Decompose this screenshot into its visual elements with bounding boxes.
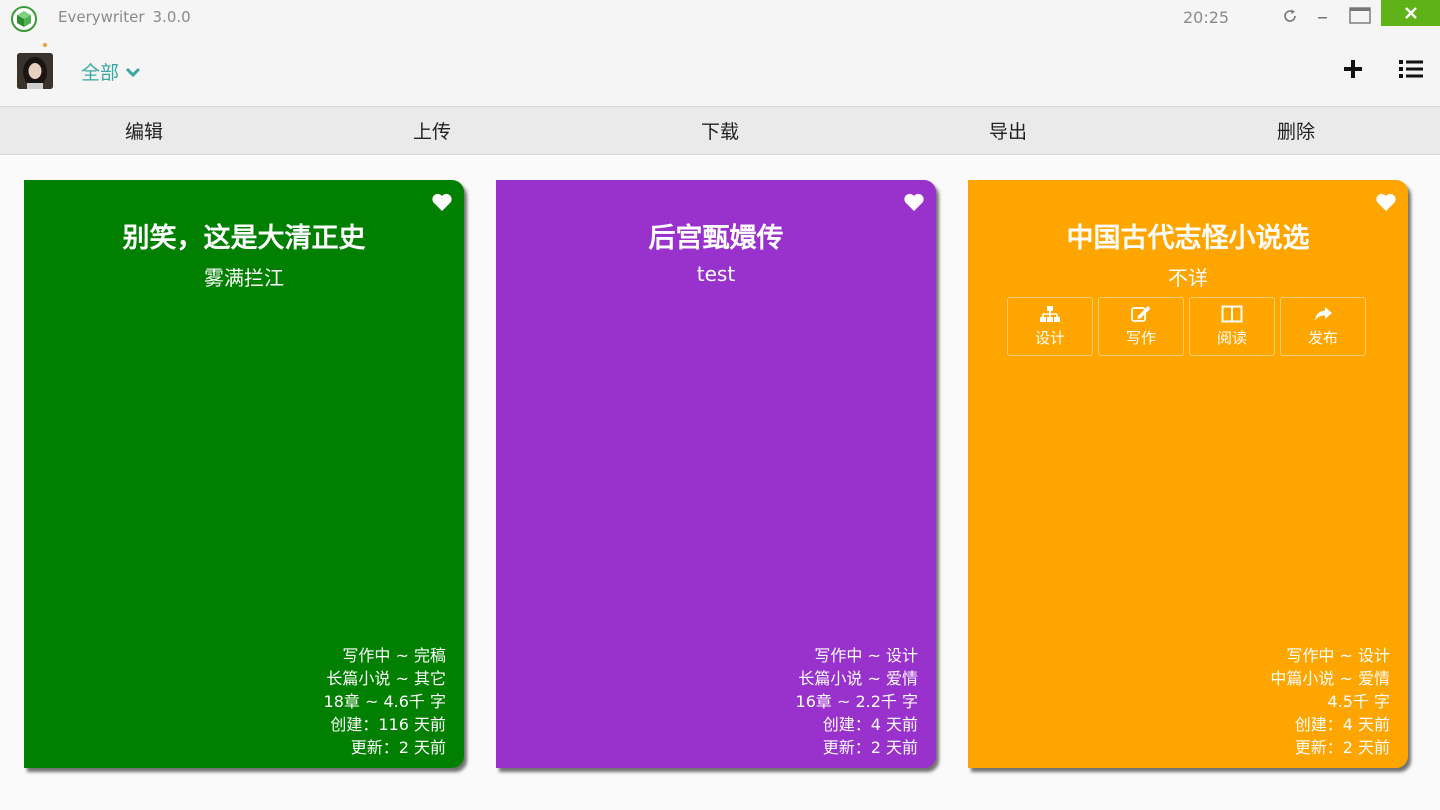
book-meta: 写作中 ~ 设计 长篇小说 ~ 爱情 16章 ~ 2.2千 字 创建：4 天前 … xyxy=(796,644,918,759)
plus-icon xyxy=(1344,60,1362,78)
book-updated: 更新：2 天前 xyxy=(350,738,446,757)
book-card[interactable]: 中国古代志怪小说选 不详 设计 写作 阅读 发布 写作中 ~ 设计 中篇小说 ~… xyxy=(968,180,1408,768)
title-bar: Everywriter 3.0.0 20:25 xyxy=(0,0,1440,36)
book-meta: 写作中 ~ 完稿 长篇小说 ~ 其它 18章 ~ 4.6千 字 创建：116 天… xyxy=(324,644,446,759)
minimize-button[interactable] xyxy=(1310,4,1336,28)
design-button[interactable]: 设计 xyxy=(1007,297,1093,356)
book-created: 创建：116 天前 xyxy=(330,715,446,734)
sitemap-icon xyxy=(1040,306,1060,322)
book-author: 雾满拦江 xyxy=(204,266,284,290)
write-button[interactable]: 写作 xyxy=(1098,297,1184,356)
upload-button[interactable]: 上传 xyxy=(288,107,576,154)
export-button[interactable]: 导出 xyxy=(864,107,1152,154)
close-icon xyxy=(1404,7,1417,19)
book-status: 写作中 ~ 设计 xyxy=(814,646,918,665)
publish-button[interactable]: 发布 xyxy=(1280,297,1366,356)
top-bar: 全部 xyxy=(0,36,1440,106)
book-genre: 长篇小说 ~ 爱情 xyxy=(798,669,918,688)
minimize-icon xyxy=(1318,17,1327,19)
book-created: 创建：4 天前 xyxy=(822,715,918,734)
share-arrow-icon xyxy=(1315,307,1332,321)
publish-label: 发布 xyxy=(1307,329,1338,347)
book-meta: 写作中 ~ 设计 中篇小说 ~ 爱情 4.5千 字 创建：4 天前 更新：2 天… xyxy=(1270,644,1390,759)
book-genre: 长篇小说 ~ 其它 xyxy=(326,669,446,688)
book-card[interactable]: 后宫甄嬛传 test 写作中 ~ 设计 长篇小说 ~ 爱情 16章 ~ 2.2千… xyxy=(496,180,936,768)
book-title: 中国古代志怪小说选 xyxy=(1066,223,1310,254)
favorite-heart-icon[interactable] xyxy=(1375,192,1397,212)
book-card[interactable]: 别笑，这是大清正史 雾满拦江 写作中 ~ 完稿 长篇小说 ~ 其它 18章 ~ … xyxy=(24,180,464,768)
edit-button[interactable]: 编辑 xyxy=(0,107,288,154)
category-label: 全部 xyxy=(81,62,120,84)
list-view-button[interactable] xyxy=(1398,56,1424,82)
list-icon xyxy=(1399,60,1423,78)
book-created: 创建：4 天前 xyxy=(1294,715,1390,734)
book-size: 16章 ~ 2.2千 字 xyxy=(795,692,918,711)
book-actions: 设计 写作 阅读 发布 xyxy=(1007,297,1366,356)
close-button[interactable] xyxy=(1381,0,1440,26)
favorite-heart-icon[interactable] xyxy=(431,192,453,212)
delete-button[interactable]: 删除 xyxy=(1152,107,1440,154)
favorite-heart-icon[interactable] xyxy=(903,192,925,212)
refresh-icon xyxy=(1284,9,1296,22)
read-button[interactable]: 阅读 xyxy=(1189,297,1275,356)
book-status: 写作中 ~ 完稿 xyxy=(342,646,446,665)
maximize-button[interactable] xyxy=(1347,4,1373,28)
book-title: 后宫甄嬛传 xyxy=(648,223,784,254)
app-logo-icon xyxy=(11,6,37,32)
design-label: 设计 xyxy=(1034,329,1065,347)
toolbar: 编辑 上传 下载 导出 删除 xyxy=(0,106,1440,155)
write-label: 写作 xyxy=(1125,329,1156,347)
book-author: 不详 xyxy=(1168,266,1208,290)
app-title: Everywriter 3.0.0 xyxy=(58,8,191,26)
book-status: 写作中 ~ 设计 xyxy=(1286,646,1390,665)
columns-icon xyxy=(1221,305,1243,323)
category-dropdown[interactable]: 全部 xyxy=(81,58,141,85)
book-title: 别笑，这是大清正史 xyxy=(122,223,366,254)
maximize-icon xyxy=(1349,7,1371,24)
book-size: 18章 ~ 4.6千 字 xyxy=(323,692,446,711)
book-updated: 更新：2 天前 xyxy=(1294,738,1390,757)
clock: 20:25 xyxy=(1183,8,1230,27)
read-label: 阅读 xyxy=(1216,329,1247,347)
chevron-down-icon xyxy=(125,67,141,77)
download-button[interactable]: 下载 xyxy=(576,107,864,154)
book-updated: 更新：2 天前 xyxy=(822,738,918,757)
app-version: 3.0.0 xyxy=(152,8,191,26)
book-size: 4.5千 字 xyxy=(1327,692,1390,711)
book-author: test xyxy=(696,262,736,286)
add-book-button[interactable] xyxy=(1340,56,1366,82)
edit-icon xyxy=(1131,306,1151,322)
refresh-button[interactable] xyxy=(1277,4,1303,28)
notification-dot xyxy=(43,43,47,47)
book-genre: 中篇小说 ~ 爱情 xyxy=(1270,669,1390,688)
avatar[interactable] xyxy=(17,53,53,89)
user-photo-icon xyxy=(17,53,53,89)
